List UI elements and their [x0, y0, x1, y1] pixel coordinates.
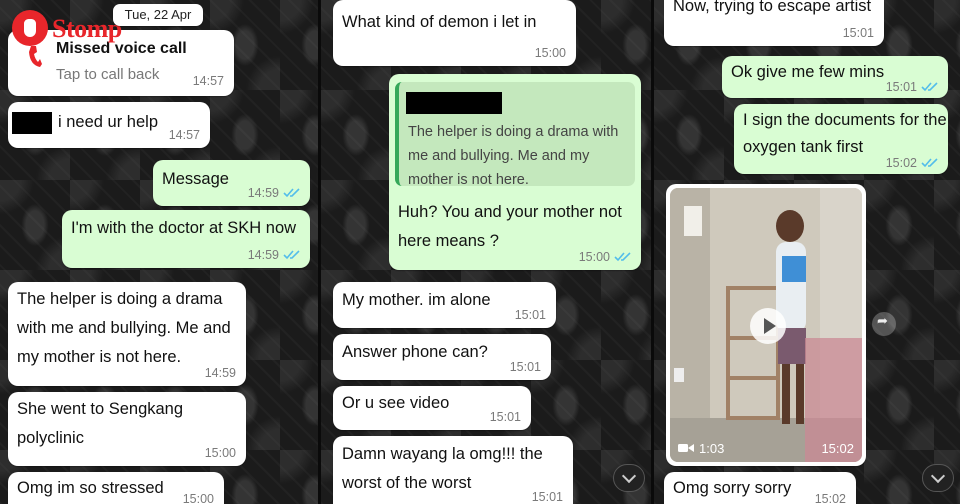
message-text: I'm with the doctor at SKH now	[71, 219, 297, 237]
message-bubble[interactable]: I'm with the doctor at SKH now 14:59	[62, 210, 310, 268]
message-line: worst of the worst	[342, 474, 472, 492]
chat-panel-3: Now, trying to escape artist 15:01 Ok gi…	[654, 0, 960, 504]
chat-panel-2: What kind of demon i let in 15:00 The he…	[321, 0, 651, 504]
message-time: 14:57	[168, 128, 200, 142]
date-chip: Tue, 22 Apr	[113, 4, 203, 26]
message-line: with me and bullying. Me and	[17, 319, 231, 337]
message-bubble[interactable]: What kind of demon i let in 15:00	[333, 0, 576, 66]
play-icon[interactable]	[750, 308, 786, 344]
redacted-block	[406, 92, 502, 114]
message-bubble[interactable]: i need ur help 14:57	[8, 102, 210, 148]
message-time: 15:02	[814, 492, 846, 504]
message-time: 15:01	[842, 26, 874, 40]
message-line: Damn wayang la omg!!! the	[342, 445, 543, 463]
message-text: i need ur help	[58, 113, 158, 131]
quoted-message[interactable]: The helper is doing a drama with me and …	[395, 82, 635, 188]
message-bubble[interactable]: She went to Sengkang polyclinic 15:00	[8, 392, 246, 466]
message-time: 14:59	[247, 186, 279, 200]
message-line: my mother is not here.	[17, 348, 182, 366]
message-time: 15:02	[885, 156, 917, 170]
video-duration: 1:03	[699, 441, 725, 456]
message-bubble[interactable]: Or u see video 15:01	[333, 386, 531, 430]
message-bubble[interactable]: Omg sorry sorry 15:02	[664, 472, 856, 504]
message-text: Now, trying to escape artist	[673, 0, 872, 15]
message-time: 15:01	[885, 80, 917, 94]
message-time: 14:59	[247, 248, 279, 262]
message-bubble[interactable]: My mother. im alone 15:01	[333, 282, 556, 328]
message-text: Omg sorry sorry	[673, 479, 792, 497]
message-bubble[interactable]: Answer phone can? 15:01	[333, 334, 551, 380]
message-time: 15:02	[821, 441, 854, 456]
quoted-line: me and bullying. Me and my	[408, 148, 590, 164]
video-camera-icon	[678, 441, 694, 456]
scroll-down-button[interactable]	[613, 464, 645, 492]
chat-panel-1: Missed voice call Tap to call back 14:57…	[0, 0, 318, 504]
double-check-icon	[921, 158, 938, 168]
message-bubble[interactable]: Omg im so stressed 15:00	[8, 472, 224, 504]
video-message[interactable]: 1:03 15:02	[666, 184, 866, 466]
quoted-line: The helper is doing a drama with	[408, 124, 619, 140]
stomp-logo-icon	[12, 10, 48, 46]
message-line: polyclinic	[17, 429, 84, 447]
double-check-icon	[921, 82, 938, 92]
message-bubble[interactable]: Now, trying to escape artist 15:01	[664, 0, 884, 46]
stomp-logo-text: Stomp	[52, 14, 122, 43]
message-bubble[interactable]: I sign the documents for the oxygen tank…	[734, 104, 948, 174]
message-bubble[interactable]: The helper is doing a drama with me and …	[8, 282, 246, 386]
message-time: 14:59	[204, 366, 236, 380]
video-thumbnail[interactable]: 1:03 15:02	[670, 188, 862, 462]
message-line: I sign the documents for the	[743, 111, 947, 129]
forward-icon[interactable]	[872, 312, 896, 336]
double-check-icon	[614, 252, 631, 262]
scroll-down-button[interactable]	[922, 464, 954, 492]
message-bubble[interactable]: The helper is doing a drama with me and …	[389, 74, 641, 270]
message-text: What kind of demon i let in	[342, 13, 537, 31]
message-time: 15:01	[531, 490, 563, 504]
message-time: 15:01	[514, 308, 546, 322]
message-line: oxygen tank first	[743, 138, 864, 156]
message-text: Message	[162, 170, 229, 188]
message-text: Or u see video	[342, 394, 450, 412]
message-text: My mother. im alone	[342, 291, 491, 309]
quoted-line: mother is not here.	[408, 172, 529, 188]
message-line: here means ?	[398, 232, 499, 250]
message-line: Huh? You and your mother not	[398, 203, 622, 221]
message-text: Omg im so stressed	[17, 479, 164, 497]
message-time: 15:00	[578, 250, 610, 264]
message-time: 15:01	[489, 410, 521, 424]
message-bubble[interactable]: Message 14:59	[153, 160, 310, 206]
message-time: 15:00	[204, 446, 236, 460]
double-check-icon	[283, 250, 300, 260]
message-text: Answer phone can?	[342, 343, 488, 361]
redacted-block	[12, 112, 52, 134]
message-time: 14:57	[192, 74, 224, 88]
message-time: 15:01	[509, 360, 541, 374]
message-bubble[interactable]: Damn wayang la omg!!! the worst of the w…	[333, 436, 573, 504]
message-time: 15:00	[182, 492, 214, 504]
message-bubble[interactable]: Ok give me few mins 15:01	[722, 56, 948, 98]
message-time: 15:00	[534, 46, 566, 60]
missed-call-subtitle: Tap to call back	[56, 66, 160, 83]
message-line: The helper is doing a drama	[17, 290, 223, 308]
message-text: Ok give me few mins	[731, 63, 885, 81]
message-line: She went to Sengkang	[17, 400, 184, 418]
double-check-icon	[283, 188, 300, 198]
